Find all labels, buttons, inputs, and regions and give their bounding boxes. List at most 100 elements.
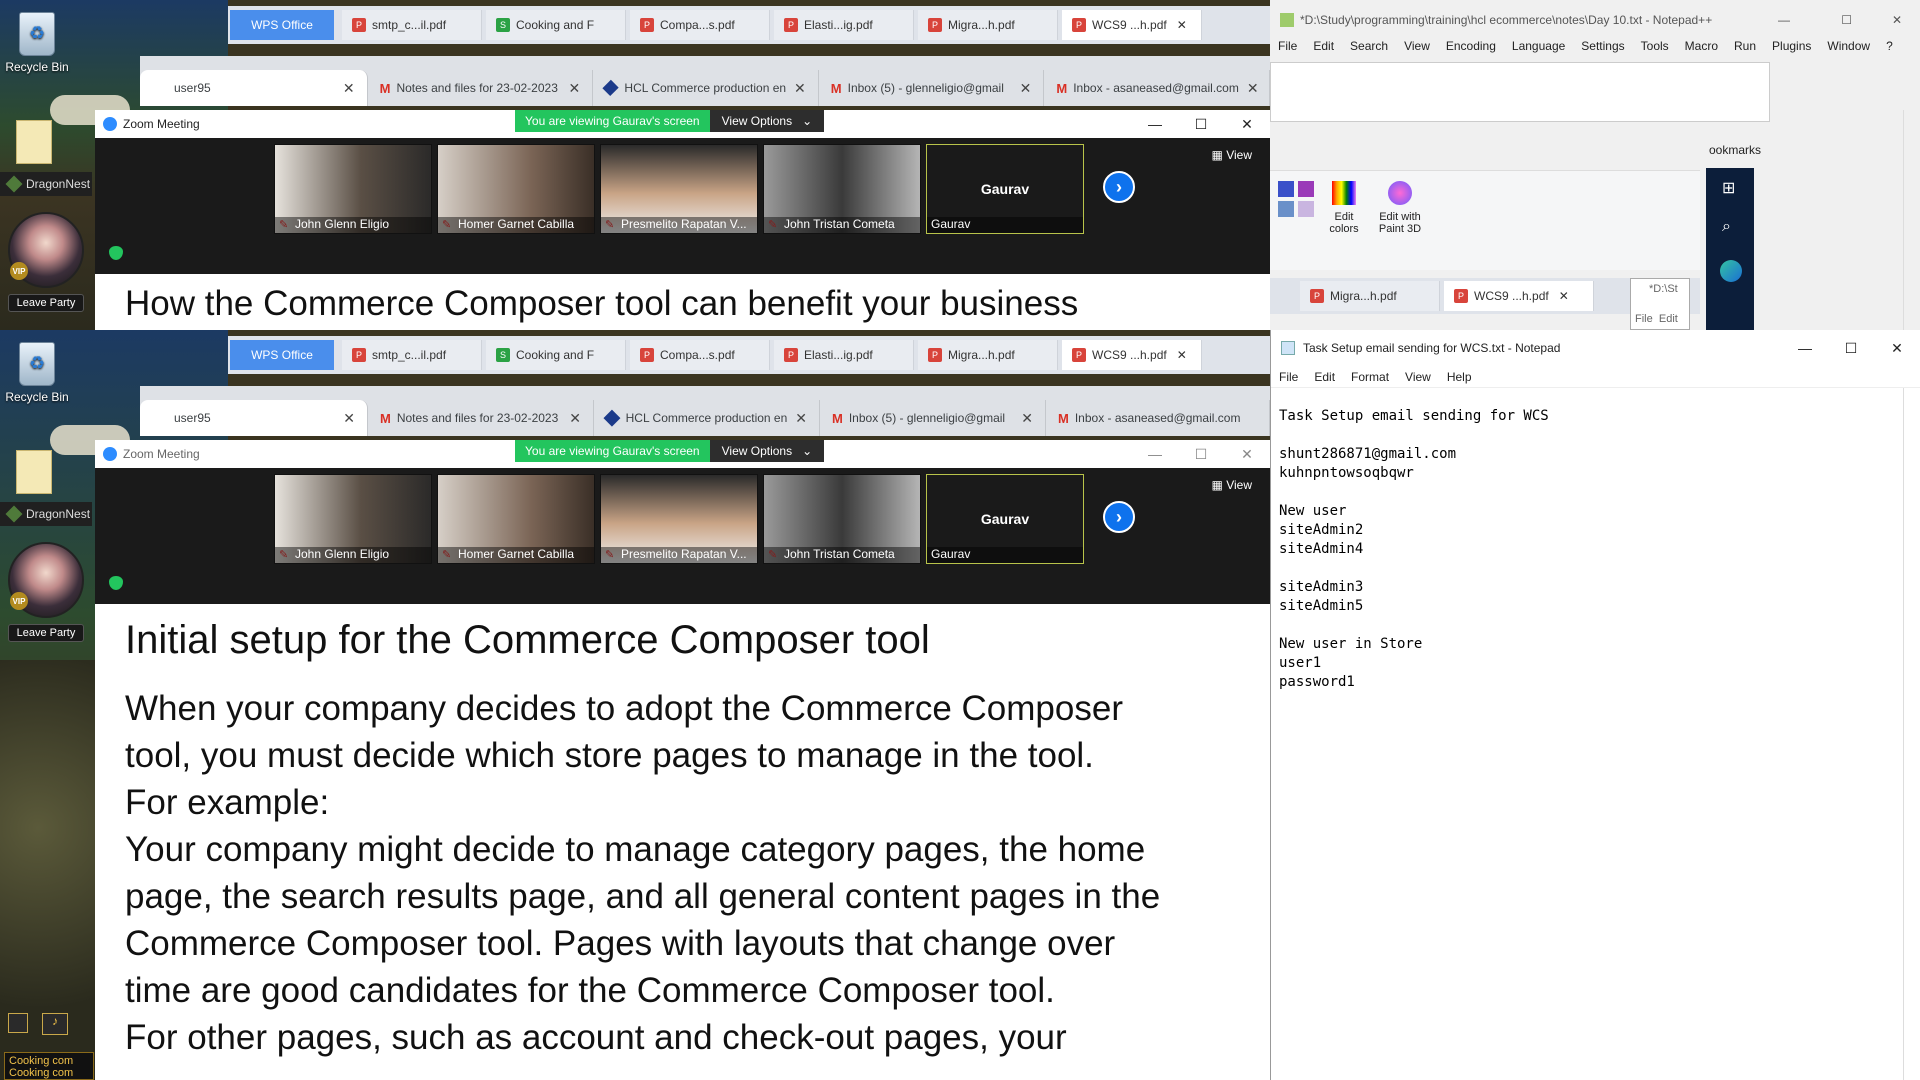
browser-tab[interactable]: M Notes and files for 23-02-2023 ✕ — [368, 70, 594, 106]
next-page-icon[interactable]: › — [1103, 501, 1135, 533]
participant-tile[interactable]: ✎ John Glenn Eligio — [274, 474, 432, 564]
wps-tab[interactable]: P Elasti...ig.pdf — [774, 10, 914, 40]
wps-tab[interactable]: P Migra...h.pdf — [918, 10, 1058, 40]
sound-slot[interactable]: ♪ — [42, 1013, 68, 1035]
minimize-icon[interactable]: — — [1782, 330, 1828, 366]
menu-help[interactable]: ? — [1886, 39, 1893, 53]
color-swatch[interactable] — [1298, 201, 1314, 217]
wps-office-tab[interactable]: WPS Office — [230, 340, 334, 370]
close-icon[interactable]: ✕ — [335, 410, 355, 427]
mini-menu-edit[interactable]: Edit — [1659, 313, 1678, 325]
notepad-text-area[interactable]: Task Setup email sending for WCS shunt28… — [1271, 388, 1920, 730]
close-icon[interactable]: ✕ — [1559, 289, 1569, 303]
close-icon[interactable]: ✕ — [1177, 18, 1187, 32]
participant-tile[interactable]: ✎ Presmelito Rapatan V... — [600, 144, 758, 234]
menu-view[interactable]: View — [1405, 370, 1431, 384]
minimize-icon[interactable]: — — [1132, 110, 1178, 138]
browser-tab[interactable]: M Inbox - asaneased@gmail.com — [1046, 400, 1270, 436]
close-icon[interactable]: ✕ — [560, 80, 580, 97]
next-page-icon[interactable]: › — [1103, 171, 1135, 203]
close-icon[interactable]: ✕ — [335, 80, 355, 97]
recycle-bin-icon[interactable]: Recycle Bin — [4, 12, 70, 74]
browser-tab-active[interactable]: user95 ✕ — [140, 400, 368, 436]
wps-tab[interactable]: Psmtp_c...il.pdf — [342, 340, 482, 370]
skill-slot[interactable] — [8, 1013, 28, 1033]
participant-tile[interactable]: ✎ Homer Garnet Cabilla — [437, 144, 595, 234]
leave-party-button[interactable]: Leave Party — [8, 294, 84, 312]
menu-tools[interactable]: Tools — [1641, 39, 1669, 53]
menu-macro[interactable]: Macro — [1685, 39, 1718, 53]
notepadpp-scrollbar[interactable] — [1903, 110, 1920, 330]
wps-office-tab[interactable]: WPS Office — [230, 10, 334, 40]
windows-icon[interactable]: ⊞ — [1722, 178, 1735, 198]
wps-tab[interactable]: S Cooking and F — [486, 340, 626, 370]
edge-icon[interactable] — [1720, 260, 1742, 282]
close-icon[interactable]: ✕ — [787, 410, 807, 427]
mini-menu-file[interactable]: File — [1635, 313, 1653, 325]
menu-settings[interactable]: Settings — [1581, 39, 1624, 53]
menu-file[interactable]: File — [1279, 370, 1298, 384]
close-icon[interactable]: ✕ — [561, 410, 581, 427]
folder-icon[interactable] — [16, 120, 52, 164]
wps-tab[interactable]: P Compa...s.pdf — [630, 340, 770, 370]
menu-edit[interactable]: Edit — [1313, 39, 1334, 53]
close-icon[interactable]: ✕ — [786, 80, 806, 97]
close-icon[interactable]: ✕ — [1177, 348, 1187, 362]
close-icon[interactable]: ✕ — [1224, 110, 1270, 138]
search-icon[interactable]: ⌕ — [1722, 218, 1731, 236]
menu-search[interactable]: Search — [1350, 39, 1388, 53]
participant-tile-active[interactable]: Gaurav Gaurav — [926, 144, 1084, 234]
color-swatch[interactable] — [1298, 181, 1314, 197]
browser-tab[interactable]: HCL Commerce production en ✕ — [593, 70, 819, 106]
view-button[interactable]: ▦ View — [1212, 148, 1252, 162]
menu-help[interactable]: Help — [1447, 370, 1472, 384]
browser-tab[interactable]: M Inbox (5) - glenneligio@gmail ✕ — [819, 70, 1045, 106]
maximize-icon[interactable]: ☐ — [1178, 110, 1224, 138]
recycle-bin-icon[interactable]: Recycle Bin — [4, 342, 70, 404]
browser-tab[interactable]: M Inbox (5) - glenneligio@gmail ✕ — [820, 400, 1046, 436]
menu-file[interactable]: File — [1278, 39, 1297, 53]
wps-tab[interactable]: P Migra...h.pdf — [918, 340, 1058, 370]
view-options-button[interactable]: View Options ⌄ — [709, 440, 825, 462]
close-icon[interactable]: ✕ — [1013, 410, 1033, 427]
edit-paint3d-button[interactable]: Edit with Paint 3D — [1372, 181, 1428, 235]
close-icon[interactable]: ✕ — [1239, 80, 1259, 97]
participant-tile-active[interactable]: Gaurav Gaurav — [926, 474, 1084, 564]
close-icon[interactable]: ✕ — [1012, 80, 1032, 97]
menu-window[interactable]: Window — [1827, 39, 1870, 53]
minimize-icon[interactable]: — — [1778, 13, 1790, 27]
wps-tab[interactable]: Psmtp_c...il.pdf — [342, 10, 482, 40]
menu-plugins[interactable]: Plugins — [1772, 39, 1811, 53]
color-swatch[interactable] — [1278, 181, 1294, 197]
wps-tab[interactable]: P Migra...h.pdf — [1300, 281, 1440, 311]
browser-tab[interactable]: M Notes and files for 23-02-2023 ✕ — [368, 400, 594, 436]
participant-tile[interactable]: ✎ Homer Garnet Cabilla — [437, 474, 595, 564]
participant-tile[interactable]: ✎ John Tristan Cometa — [763, 474, 921, 564]
notepad-scrollbar[interactable] — [1903, 388, 1920, 1080]
browser-tab[interactable]: M Inbox - asaneased@gmail.com ✕ — [1044, 70, 1270, 106]
color-swatch[interactable] — [1278, 201, 1294, 217]
maximize-icon[interactable]: ☐ — [1178, 440, 1224, 468]
participant-tile[interactable]: ✎ John Tristan Cometa — [763, 144, 921, 234]
edit-colors-button[interactable]: Edit colors — [1324, 181, 1364, 235]
close-icon[interactable]: ✕ — [1224, 440, 1270, 468]
maximize-icon[interactable]: ☐ — [1828, 330, 1874, 366]
maximize-icon[interactable]: ☐ — [1841, 13, 1852, 27]
view-button[interactable]: ▦ View — [1212, 478, 1252, 492]
browser-tab-active[interactable]: user95 ✕ — [140, 70, 368, 106]
wps-tab-active[interactable]: P WCS9 ...h.pdf ✕ — [1062, 10, 1202, 40]
wps-tab[interactable]: P Compa...s.pdf — [630, 10, 770, 40]
wps-tab-active[interactable]: P WCS9 ...h.pdf ✕ — [1444, 281, 1594, 311]
close-icon[interactable]: ✕ — [1874, 330, 1920, 366]
view-options-button[interactable]: View Options ⌄ — [709, 110, 825, 132]
participant-tile[interactable]: ✎ Presmelito Rapatan V... — [600, 474, 758, 564]
menu-edit[interactable]: Edit — [1314, 370, 1335, 384]
dragonnest-shortcut[interactable]: DragonNest — [0, 172, 92, 196]
folder-icon[interactable] — [16, 450, 52, 494]
menu-language[interactable]: Language — [1512, 39, 1565, 53]
minimize-icon[interactable]: — — [1132, 440, 1178, 468]
leave-party-button[interactable]: Leave Party — [8, 624, 84, 642]
menu-encoding[interactable]: Encoding — [1446, 39, 1496, 53]
dragonnest-shortcut[interactable]: DragonNest — [0, 502, 92, 526]
browser-tab[interactable]: HCL Commerce production en ✕ — [594, 400, 820, 436]
